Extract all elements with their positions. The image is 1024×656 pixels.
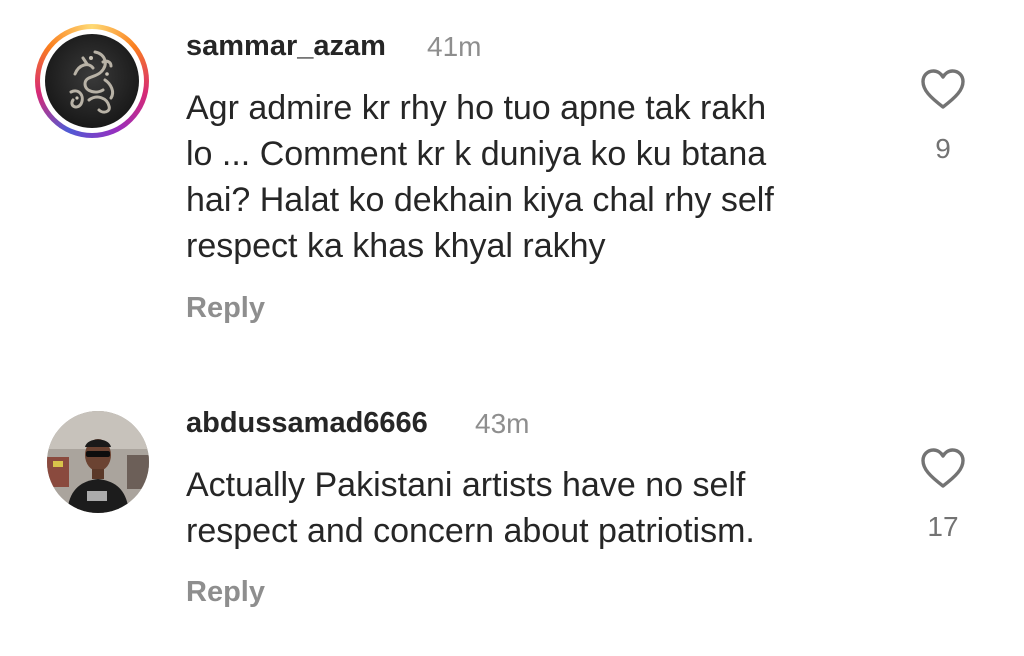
- comment-text-line: Actually Pakistani artists have no self: [186, 466, 746, 504]
- comment-timestamp: 43m: [475, 408, 530, 439]
- user-photo: [47, 411, 149, 513]
- comment-item: abdussamad6666 43m Actually Pakistani ar…: [0, 0, 1024, 656]
- comment-text-line: respect and concern about patriotism.: [186, 512, 755, 550]
- heart-icon[interactable]: [920, 447, 966, 489]
- avatar[interactable]: [47, 411, 149, 513]
- comment-text: Actually Pakistani artists have no self …: [186, 462, 886, 554]
- reply-button[interactable]: Reply: [186, 576, 265, 609]
- like-count: 17: [927, 511, 959, 542]
- comment-username[interactable]: abdussamad6666: [186, 407, 428, 440]
